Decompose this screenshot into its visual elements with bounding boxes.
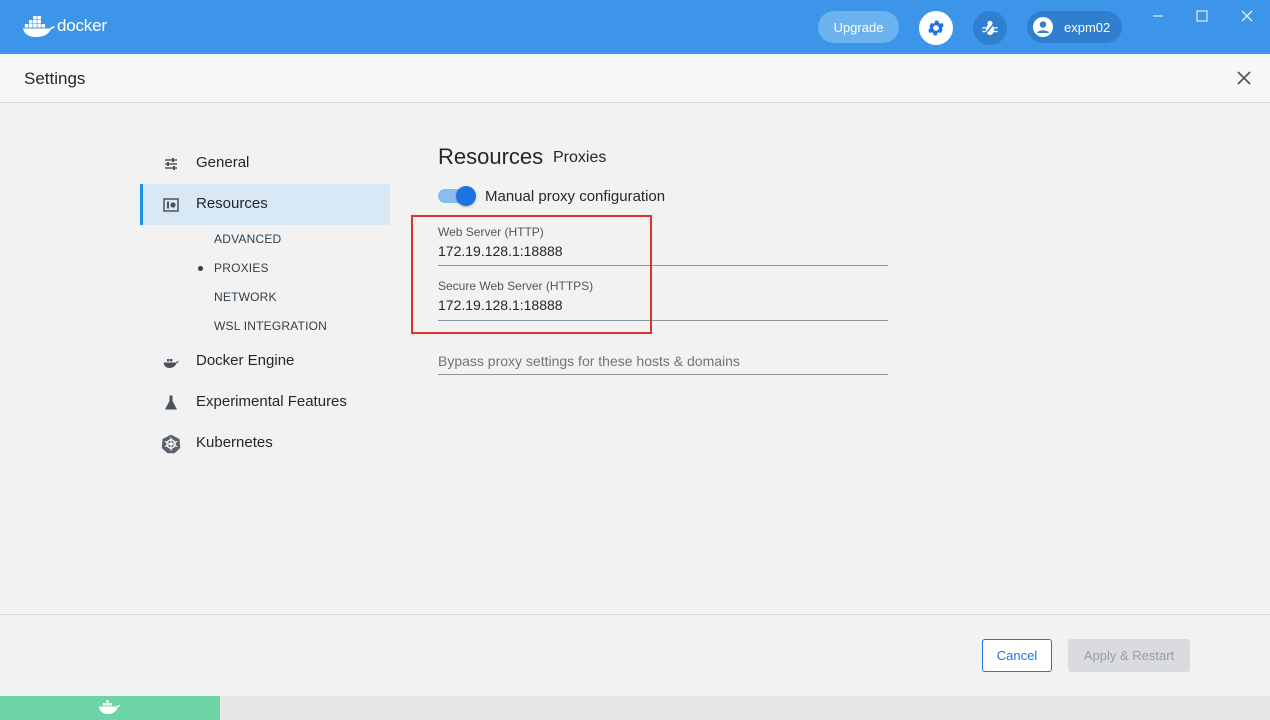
sidebar-subitem-wsl-integration[interactable]: WSL INTEGRATION	[214, 319, 327, 333]
upgrade-button[interactable]: Upgrade	[818, 11, 899, 43]
bypass-proxy-field[interactable]: Bypass proxy settings for these hosts & …	[438, 352, 888, 375]
account-button[interactable]: expm02	[1027, 11, 1122, 43]
manual-proxy-label: Manual proxy configuration	[485, 188, 666, 205]
account-icon	[1033, 17, 1053, 37]
sidebar-item-label: General	[196, 154, 250, 171]
sidebar-item-label: Kubernetes	[196, 434, 273, 451]
sidebar-subitem-network[interactable]: NETWORK	[214, 290, 277, 304]
engine-status-indicator[interactable]	[0, 696, 220, 720]
bug-icon	[982, 20, 998, 36]
apply-restart-button[interactable]: Apply & Restart	[1068, 639, 1190, 672]
manual-proxy-toggle[interactable]	[438, 186, 476, 206]
window-close-icon	[1241, 10, 1253, 22]
brand-wordmark: docker	[57, 16, 107, 35]
bypass-proxy-input[interactable]: Bypass proxy settings for these hosts & …	[438, 353, 740, 369]
flask-icon	[165, 395, 177, 410]
docker-whale-icon	[23, 16, 55, 37]
section-subtitle: Proxies	[553, 149, 607, 166]
annotation-highlight-box	[411, 215, 652, 334]
minimize-icon	[1153, 15, 1163, 17]
maximize-icon	[1196, 10, 1208, 22]
title-bar: docker Upgrade expm02	[0, 0, 1270, 54]
gear-icon	[928, 20, 944, 36]
settings-button[interactable]	[919, 11, 953, 45]
sidebar-item-label: Resources	[196, 195, 268, 212]
minimize-button[interactable]	[1148, 6, 1168, 26]
resources-icon	[163, 198, 179, 212]
troubleshoot-button[interactable]	[973, 11, 1007, 45]
whale-engine-icon	[163, 359, 179, 368]
account-name: expm02	[1064, 19, 1111, 35]
sidebar-item-kubernetes[interactable]: Kubernetes	[140, 423, 390, 464]
cancel-button[interactable]: Cancel	[982, 639, 1052, 672]
kubernetes-helm-icon	[161, 434, 181, 454]
window-close-button[interactable]	[1237, 6, 1257, 26]
sliders-icon	[165, 158, 177, 170]
section-title: Resources	[438, 144, 544, 169]
sidebar-item-label: Docker Engine	[196, 352, 295, 369]
footer-divider	[0, 614, 1270, 615]
page-title: Settings	[24, 69, 86, 88]
maximize-button[interactable]	[1192, 6, 1212, 26]
docker-logo: docker	[22, 14, 107, 38]
close-settings-icon[interactable]	[1235, 69, 1253, 87]
selected-indicator-dot	[198, 266, 203, 271]
toggle-knob	[456, 186, 476, 206]
status-bar	[0, 696, 1270, 720]
sidebar-subitem-advanced[interactable]: ADVANCED	[214, 232, 281, 246]
sidebar-item-experimental-features[interactable]: Experimental Features	[140, 382, 390, 423]
sidebar-item-general[interactable]: General	[140, 143, 390, 184]
docker-whale-status-icon	[99, 700, 121, 714]
sidebar-item-docker-engine[interactable]: Docker Engine	[140, 341, 390, 382]
settings-header: Settings	[0, 54, 1270, 103]
sidebar-subitem-proxies[interactable]: PROXIES	[214, 261, 269, 275]
sidebar-item-resources[interactable]: Resources	[140, 184, 390, 225]
sidebar-item-label: Experimental Features	[196, 393, 347, 410]
